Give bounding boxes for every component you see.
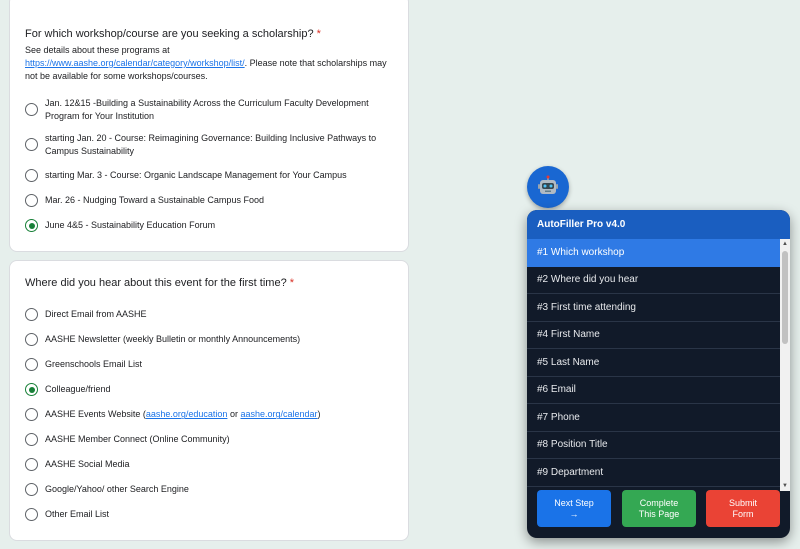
radio-button[interactable] (25, 333, 38, 346)
option-text: AASHE Events Website ( (45, 409, 146, 420)
question-text: Where did you hear about this event for … (25, 277, 287, 289)
scrollbar-thumb[interactable] (782, 251, 788, 344)
next-step-button[interactable]: Next Step → (537, 490, 611, 527)
field-list-scrollbar[interactable]: ▲ ▼ (780, 239, 790, 491)
option-label: Direct Email from AASHE (45, 309, 147, 320)
radio-button[interactable] (25, 483, 38, 496)
education-link[interactable]: aashe.org/education (146, 409, 228, 419)
field-item-first-time-attending[interactable]: #3 First time attending (527, 294, 780, 322)
option-label: AASHE Events Website (aashe.org/educatio… (45, 408, 321, 421)
workshop-question-title: For which workshop/course are you seekin… (25, 28, 321, 40)
option-events-website[interactable]: AASHE Events Website (aashe.org/educatio… (25, 408, 400, 421)
panel-title: AutoFiller Pro v4.0 (527, 210, 790, 239)
field-item-where-did-you-hear[interactable]: #2 Where did you hear (527, 267, 780, 294)
option-label: Colleague/friend (45, 384, 111, 395)
autofiller-toggle-button[interactable] (527, 166, 569, 208)
calendar-link[interactable]: https://www.aashe.org/calendar/category/… (25, 58, 245, 68)
field-item-which-workshop[interactable]: #1 Which workshop (527, 239, 780, 267)
complete-page-button[interactable]: Complete This Page (622, 490, 696, 527)
field-item-email[interactable]: #6 Email (527, 377, 780, 404)
option-label: Mar. 26 - Nudging Toward a Sustainable C… (45, 195, 264, 206)
option-newsletter[interactable]: AASHE Newsletter (weekly Bulletin or mon… (25, 333, 400, 346)
workshop-question-description: See details about these programs at http… (25, 44, 395, 83)
radio-button[interactable] (25, 458, 38, 471)
field-item-first-name[interactable]: #4 First Name (527, 322, 780, 349)
field-list[interactable]: #1 Which workshop #2 Where did you hear … (527, 239, 790, 491)
hear-about-question-title: Where did you hear about this event for … (25, 277, 294, 289)
option-greenschools[interactable]: Greenschools Email List (25, 358, 400, 371)
required-asterisk: * (316, 28, 321, 40)
radio-button[interactable] (25, 358, 38, 371)
radio-button[interactable] (25, 194, 38, 207)
scroll-down-arrow-icon[interactable]: ▼ (780, 481, 790, 491)
field-item-department[interactable]: #9 Department (527, 459, 780, 487)
radio-button[interactable] (25, 169, 38, 182)
option-label: Other Email List (45, 509, 110, 520)
radio-button[interactable] (25, 408, 38, 421)
option-direct-email[interactable]: Direct Email from AASHE (25, 308, 400, 321)
calendar-link[interactable]: aashe.org/calendar (240, 409, 317, 419)
option-workshop-mar3[interactable]: starting Mar. 3 - Course: Organic Landsc… (25, 169, 400, 182)
option-workshop-jan20[interactable]: starting Jan. 20 - Course: Reimagining G… (25, 132, 400, 157)
radio-button[interactable] (25, 433, 38, 446)
option-colleague[interactable]: Colleague/friend (25, 383, 400, 396)
radio-button[interactable] (25, 138, 38, 151)
robot-icon (538, 175, 558, 194)
option-member-connect[interactable]: AASHE Member Connect (Online Community) (25, 433, 400, 446)
close-paren: ) (317, 409, 321, 420)
option-social-media[interactable]: AASHE Social Media (25, 458, 400, 471)
description-text: See details about these programs at (25, 45, 170, 55)
scroll-up-arrow-icon[interactable]: ▲ (780, 239, 790, 249)
option-label: starting Mar. 3 - Course: Organic Landsc… (45, 170, 347, 181)
option-label: Greenschools Email List (45, 359, 143, 370)
field-item-phone[interactable]: #7 Phone (527, 404, 780, 432)
option-label: AASHE Newsletter (weekly Bulletin or mon… (45, 334, 301, 345)
option-workshop-mar26[interactable]: Mar. 26 - Nudging Toward a Sustainable C… (25, 194, 400, 207)
option-label: AASHE Member Connect (Online Community) (45, 434, 230, 445)
option-other-email[interactable]: Other Email List (25, 508, 400, 521)
or-text: or (227, 409, 241, 420)
radio-button[interactable] (25, 308, 38, 321)
option-label: Jan. 12&15 -Building a Sustainability Ac… (45, 98, 369, 121)
option-workshop-june4[interactable]: June 4&5 - Sustainability Education Foru… (25, 219, 400, 232)
radio-button[interactable] (25, 508, 38, 521)
autofiller-panel: AutoFiller Pro v4.0 #1 Which workshop #2… (527, 210, 790, 538)
field-item-last-name[interactable]: #5 Last Name (527, 349, 780, 377)
submit-form-button[interactable]: Submit Form (706, 490, 780, 527)
option-label: AASHE Social Media (45, 459, 130, 470)
workshop-question-card: For which workshop/course are you seekin… (9, 0, 409, 252)
radio-button-selected[interactable] (25, 219, 38, 232)
option-label: June 4&5 - Sustainability Education Foru… (45, 220, 216, 231)
option-label: starting Jan. 20 - Course: Reimagining G… (45, 133, 377, 156)
question-text: For which workshop/course are you seekin… (25, 28, 314, 40)
required-asterisk: * (289, 277, 294, 289)
field-item-position-title[interactable]: #8 Position Title (527, 432, 780, 459)
hear-about-question-card: Where did you hear about this event for … (9, 260, 409, 541)
option-search-engine[interactable]: Google/Yahoo/ other Search Engine (25, 483, 400, 496)
option-workshop-jan12[interactable]: Jan. 12&15 -Building a Sustainability Ac… (25, 97, 400, 122)
option-label: Google/Yahoo/ other Search Engine (45, 484, 189, 495)
radio-button-selected[interactable] (25, 383, 38, 396)
radio-button[interactable] (25, 103, 38, 116)
